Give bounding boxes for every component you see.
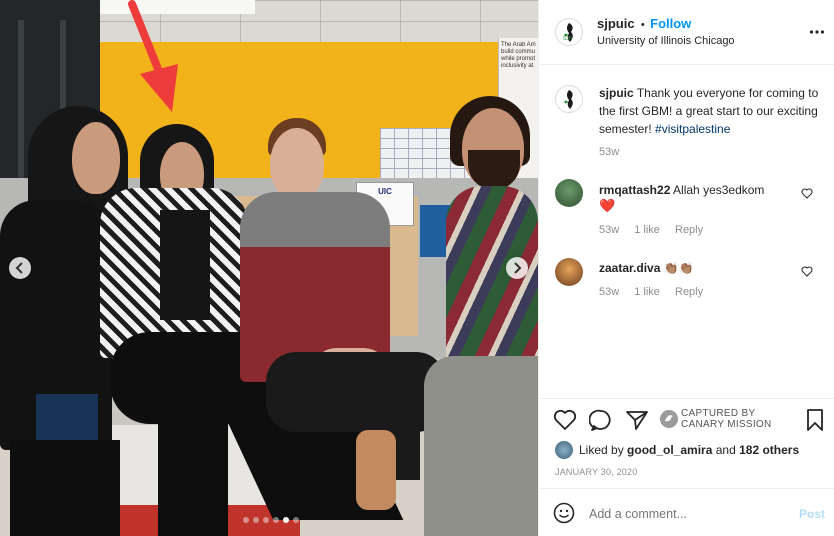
emoji-smiley-icon[interactable] [553,502,575,524]
profile-avatar[interactable]: SJP [555,18,583,46]
caption-block: sjpuic Thank you everyone for coming to … [539,80,834,164]
follow-button[interactable]: Follow [650,16,691,31]
comment-time[interactable]: 53w [599,224,619,236]
post-actions: CAPTURED BY CANARY MISSION Liked by good… [539,398,834,488]
header-dot: • [640,19,645,31]
carousel-dot [273,517,279,523]
comment-reply-button[interactable]: Reply [675,286,703,298]
like-comment-heart-icon[interactable] [801,266,813,277]
share-paper-plane-icon[interactable] [625,409,649,431]
captured-by-line2: CANARY MISSION [681,419,772,430]
caption-text-block: sjpuic Thank you everyone for coming to … [599,84,821,138]
comment-time[interactable]: 53w [599,286,619,298]
comment-likes[interactable]: 1 like [634,286,660,298]
liked-by-prefix: Liked by [579,443,628,457]
carousel-dot [263,517,269,523]
chevron-left-icon [15,262,23,274]
post-header: SJP sjpuic • Follow University of Illino… [539,0,834,65]
more-horizontal-icon[interactable] [809,22,825,42]
comment-text-block: zaatar.diva 👏🏽👏🏽 [599,260,799,276]
comment-item: zaatar.diva 👏🏽👏🏽 53w 1 like Reply [539,254,834,304]
liked-by-text: Liked by good_ol_amira and 182 others [579,443,799,457]
comment-text-block: rmqattash22 Allah yes3edkom ❤️ [599,182,799,214]
post-photo[interactable]: The Arab Am build commu while promot inc… [0,0,538,536]
poster-text: The Arab Am build commu while promot inc… [501,42,536,69]
red-arrow-annotation [128,0,178,112]
captured-by-line1: CAPTURED BY [681,408,756,419]
liker-avatar[interactable] [555,441,573,459]
comment-meta: 53w 1 like Reply [599,224,715,236]
uic-sign-text: UIC [378,187,392,196]
chevron-right-icon [514,262,522,274]
comment-text: Allah yes3edkom [673,183,765,197]
add-comment-input[interactable] [589,504,779,524]
comment-likes[interactable]: 1 like [634,224,660,236]
header-title-row: sjpuic • Follow [597,16,691,31]
add-comment-bar: Post [539,488,834,536]
carousel-dots [243,517,299,523]
canary-mission-icon [660,410,678,428]
comment-username[interactable]: zaatar.diva [599,261,660,275]
liked-by-count[interactable]: 182 others [739,443,799,457]
caption-username[interactable]: sjpuic [599,86,634,100]
commenter-avatar[interactable] [555,179,583,207]
caption-hashtag[interactable]: #visitpalestine [655,122,730,136]
post-date[interactable]: JANUARY 30, 2020 [555,467,637,477]
sjp-logo-icon: SJP [557,20,582,45]
comment-bubble-icon[interactable] [589,409,613,431]
comment-emoji: ❤️ [599,198,616,213]
header-username[interactable]: sjpuic [597,16,635,31]
comment-meta: 53w 1 like Reply [599,286,715,298]
carousel-next-button[interactable] [506,257,528,279]
carousel-prev-button[interactable] [9,257,31,279]
svg-text:SJP: SJP [563,36,573,42]
carousel-dot [253,517,259,523]
comment-item: rmqattash22 Allah yes3edkom ❤️ 53w 1 lik… [539,174,834,240]
comment-text: 👏🏽👏🏽 [663,261,694,275]
location-link[interactable]: University of Illinois Chicago [597,35,735,47]
carousel-dot [243,517,249,523]
comment-username[interactable]: rmqattash22 [599,183,670,197]
like-heart-icon[interactable] [553,409,577,431]
captured-by-label: CAPTURED BY CANARY MISSION [681,408,772,430]
carousel-dot-active [283,517,289,523]
bookmark-icon[interactable] [805,408,825,432]
commenter-avatar[interactable] [555,258,583,286]
carousel-dot [293,517,299,523]
sjp-logo-icon [557,87,582,112]
post-comment-button[interactable]: Post [799,507,825,521]
caption-avatar[interactable] [555,85,583,113]
like-comment-heart-icon[interactable] [801,188,813,199]
liked-by-and: and [712,443,740,457]
caption-time[interactable]: 53w [599,146,619,158]
liked-by-user[interactable]: good_ol_amira [627,443,712,457]
comment-reply-button[interactable]: Reply [675,224,703,236]
post-side-panel: SJP sjpuic • Follow University of Illino… [538,0,834,536]
